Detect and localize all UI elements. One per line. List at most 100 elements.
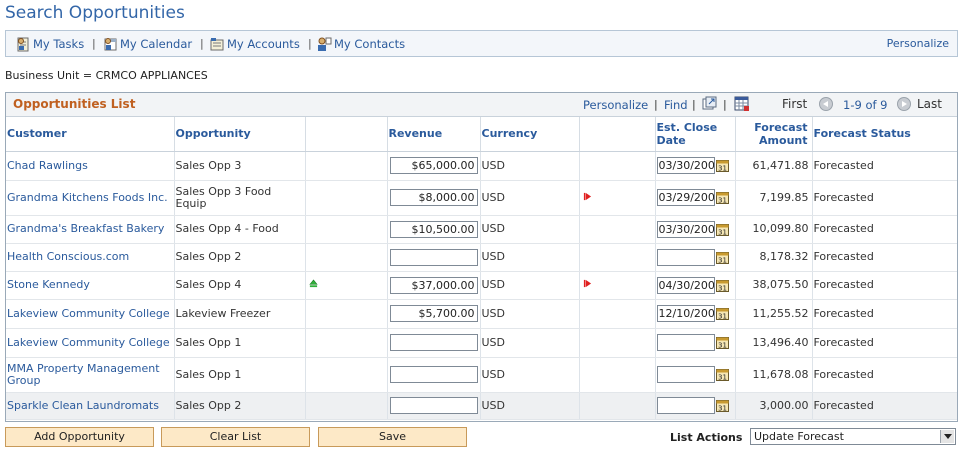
revenue-input[interactable]: [389, 397, 478, 414]
previous-page-icon[interactable]: [819, 97, 833, 111]
svg-text:31: 31: [718, 165, 727, 173]
toolbar-personalize-link[interactable]: Personalize: [887, 37, 949, 50]
customer-link[interactable]: Grandma Kitchens Foods Inc.: [7, 191, 168, 204]
my-accounts-link[interactable]: My Accounts: [209, 36, 300, 52]
grid-personalize-link[interactable]: Personalize: [583, 98, 648, 112]
customer-link[interactable]: Health Conscious.com: [7, 250, 129, 263]
forecast-amount-cell: 61,471.88: [735, 151, 813, 181]
calendar-picker-icon[interactable]: 31: [715, 279, 729, 292]
revenue-input[interactable]: [389, 157, 478, 174]
col-currency[interactable]: Currency: [480, 117, 580, 152]
svg-text:31: 31: [718, 374, 727, 382]
flag-up-cell: [305, 180, 388, 216]
customer-link[interactable]: Sparkle Clean Laundromats: [7, 399, 159, 412]
next-page-icon[interactable]: [897, 97, 911, 111]
toolbar-separator: |: [308, 37, 312, 50]
add-opportunity-button[interactable]: Add Opportunity: [5, 427, 154, 447]
revenue-input[interactable]: [389, 248, 478, 266]
first-page-label: First: [782, 97, 808, 111]
calendar-picker-icon[interactable]: 31: [715, 251, 729, 264]
forecast-amount-text: 10,099.80: [752, 222, 809, 235]
col-forecast-status[interactable]: Forecast Status: [812, 117, 957, 152]
svg-text:31: 31: [718, 256, 727, 264]
dropdown-arrow-icon[interactable]: [940, 430, 954, 443]
revenue-input[interactable]: [389, 276, 478, 294]
forecast-status-cell: Forecasted: [812, 328, 957, 358]
calendar-picker-icon[interactable]: 31: [715, 399, 729, 413]
close-date-input[interactable]: [656, 334, 715, 351]
calendar-picker-icon[interactable]: 31: [715, 336, 729, 349]
flag-up-cell: [305, 299, 388, 329]
forecast-amount-text: 61,471.88: [752, 158, 809, 172]
forecast-status-cell: Forecasted: [812, 243, 957, 272]
opportunity-cell: Sales Opp 2: [174, 243, 306, 272]
col-revenue[interactable]: Revenue: [387, 117, 481, 152]
close-date-cell: 31: [655, 180, 736, 216]
list-actions-select[interactable]: Update Forecast: [750, 428, 956, 445]
opportunity-cell: Lakeview Freezer: [174, 299, 306, 329]
my-calendar-label: My Calendar: [120, 37, 193, 51]
calendar-picker-icon[interactable]: 31: [715, 223, 729, 236]
col-flag-red: [579, 117, 656, 152]
forecast-amount-cell: 8,178.32: [735, 243, 813, 272]
close-date-input[interactable]: [656, 366, 715, 383]
customer-link[interactable]: Lakeview Community College: [7, 307, 170, 320]
forecast-status-text: Forecasted: [813, 367, 874, 381]
calendar-picker-icon[interactable]: 31: [715, 191, 729, 204]
calendar-picker-icon[interactable]: 31: [715, 368, 729, 382]
view-all-icon[interactable]: [702, 96, 717, 111]
grid-find-link[interactable]: Find: [664, 98, 688, 112]
revenue-cell: [387, 299, 481, 329]
forecast-amount-text: 38,075.50: [752, 278, 809, 291]
customer-link[interactable]: MMA Property Management Group: [7, 362, 160, 387]
close-date-input[interactable]: [656, 276, 715, 294]
table-row: Health Conscious.com Sales Opp 2 USD 31 8,17…: [6, 243, 957, 272]
svg-text:31: 31: [718, 405, 727, 413]
close-date-input[interactable]: [656, 248, 715, 266]
currency-cell: USD: [480, 180, 580, 216]
clear-list-button[interactable]: Clear List: [161, 427, 310, 447]
customer-link[interactable]: Stone Kennedy: [7, 278, 90, 291]
flag-up-cell: [305, 357, 388, 393]
my-tasks-link[interactable]: My Tasks: [15, 36, 84, 52]
revenue-input[interactable]: [389, 366, 478, 383]
forecast-amount-text: 8,178.32: [759, 250, 809, 263]
customer-link[interactable]: Chad Rawlings: [7, 159, 88, 172]
up-arrow-icon: [308, 279, 318, 288]
close-date-input[interactable]: [656, 157, 715, 174]
currency-cell: USD: [480, 299, 580, 329]
col-customer[interactable]: Customer: [6, 117, 175, 152]
close-date-input[interactable]: [656, 397, 715, 414]
my-calendar-link[interactable]: My Calendar: [102, 36, 192, 52]
revenue-input[interactable]: [389, 189, 478, 206]
currency-cell: USD: [480, 151, 580, 181]
forecast-status-text: Forecasted: [813, 222, 874, 235]
revenue-input[interactable]: [389, 220, 478, 238]
calendar-picker-icon[interactable]: 31: [715, 159, 729, 173]
currency-cell: USD: [480, 215, 580, 244]
forecast-status-cell: Forecasted: [812, 215, 957, 244]
customer-link[interactable]: Grandma's Breakfast Bakery: [7, 222, 164, 235]
close-date-input[interactable]: [656, 189, 715, 206]
opportunity-cell: Sales Opp 1: [174, 357, 306, 393]
date-field: 31: [656, 248, 734, 266]
flag-red-cell: [579, 357, 656, 393]
col-opportunity[interactable]: Opportunity: [174, 117, 306, 152]
customer-link[interactable]: Lakeview Community College: [7, 336, 170, 349]
close-date-input[interactable]: [656, 220, 715, 238]
revenue-input[interactable]: [389, 334, 478, 351]
currency-text: USD: [481, 278, 506, 291]
calendar-picker-icon[interactable]: 31: [715, 307, 729, 320]
my-contacts-link[interactable]: My Contacts: [316, 36, 405, 52]
save-button[interactable]: Save: [318, 427, 467, 447]
forecast-amount-cell: 3,000.00: [735, 392, 813, 420]
download-spreadsheet-icon[interactable]: [734, 96, 750, 112]
currency-text: USD: [481, 367, 506, 381]
opportunity-text: Sales Opp 3: [175, 158, 242, 172]
col-close-date[interactable]: Est. Close Date: [655, 117, 736, 152]
col-forecast-amount[interactable]: Forecast Amount: [735, 117, 813, 152]
revenue-input[interactable]: [389, 305, 478, 322]
close-date-input[interactable]: [656, 305, 715, 322]
revenue-cell: [387, 328, 481, 358]
flag-up-cell: [305, 328, 388, 358]
